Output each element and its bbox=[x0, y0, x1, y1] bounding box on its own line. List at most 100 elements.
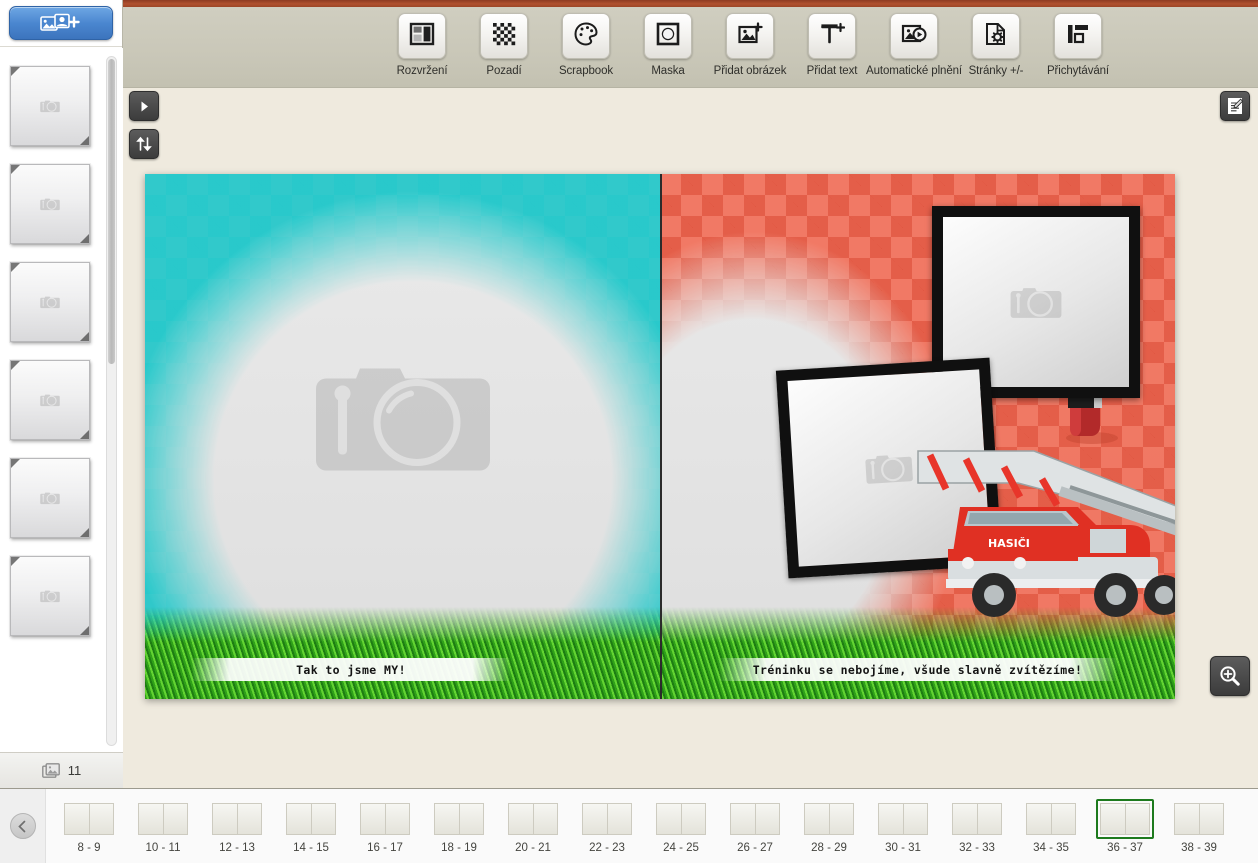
expand-panel-button[interactable] bbox=[129, 91, 159, 121]
page-strip-item[interactable]: 34 - 35 bbox=[1020, 799, 1082, 854]
page-strip-item[interactable]: 36 - 37 bbox=[1094, 798, 1156, 854]
layout-icon-button[interactable] bbox=[398, 13, 446, 59]
toolbar-tool-pages-settings[interactable]: Stránky +/- bbox=[955, 7, 1037, 77]
page-strip-thumbnail[interactable] bbox=[504, 799, 562, 839]
page-strip-item[interactable]: 14 - 15 bbox=[280, 799, 342, 854]
page-strip-thumbnail[interactable] bbox=[282, 799, 340, 839]
toolbar-tool-palette[interactable]: Scrapbook bbox=[545, 7, 627, 77]
page-strip-item[interactable]: 24 - 25 bbox=[650, 799, 712, 854]
page-thumb-left bbox=[1100, 802, 1125, 835]
sidebar-scrollbar[interactable] bbox=[106, 56, 117, 746]
strip-previous-button[interactable] bbox=[0, 789, 46, 863]
page-strip-label: 18 - 19 bbox=[441, 841, 477, 854]
add-photos-button[interactable] bbox=[9, 6, 113, 40]
main-toolbar: Rozvržení Pozadí Scrapbook Maska Přidat obrá… bbox=[123, 7, 1258, 88]
toolbar-tool-label: Přichytávání bbox=[1046, 65, 1110, 77]
page-thumb-right bbox=[385, 802, 410, 835]
page-strip-item[interactable]: 18 - 19 bbox=[428, 799, 490, 854]
svg-text:HASIČI: HASIČI bbox=[988, 537, 1030, 550]
editor-workspace: Tak to jsme MY! HASIČI Tréninku se neboj… bbox=[123, 88, 1258, 788]
checker-background-icon-button[interactable] bbox=[480, 13, 528, 59]
camera-placeholder-icon bbox=[40, 590, 60, 603]
left-page-caption[interactable]: Tak to jsme MY! bbox=[191, 658, 511, 681]
toolbar-tool-layout[interactable]: Rozvržení bbox=[381, 7, 463, 77]
page-thumb-left bbox=[878, 802, 903, 835]
page-strip-thumbnail[interactable] bbox=[60, 799, 118, 839]
page-strip-item[interactable]: 10 - 11 bbox=[132, 799, 194, 854]
page-strip-item[interactable]: 8 - 9 bbox=[58, 799, 120, 854]
page-strip-thumbnail[interactable] bbox=[356, 799, 414, 839]
swap-up-down-icon bbox=[136, 136, 152, 152]
page-thumb-right bbox=[977, 802, 1002, 835]
photo-thumbnail[interactable] bbox=[10, 164, 90, 244]
page-strip-thumbnail[interactable] bbox=[1022, 799, 1080, 839]
add-text-icon bbox=[819, 21, 846, 52]
page-thumb-left bbox=[286, 802, 311, 835]
page-strip-thumbnail[interactable] bbox=[726, 799, 784, 839]
add-text-icon-button[interactable] bbox=[808, 13, 856, 59]
page-strip-item[interactable]: 20 - 21 bbox=[502, 799, 564, 854]
toolbar-tool-checker-background[interactable]: Pozadí bbox=[463, 7, 545, 77]
page-strip-item[interactable]: 22 - 23 bbox=[576, 799, 638, 854]
page-strip-item[interactable]: 38 - 39 bbox=[1168, 799, 1230, 854]
page-thumb-right bbox=[1051, 802, 1076, 835]
photo-thumbnail[interactable] bbox=[10, 66, 90, 146]
page-strip-label: 20 - 21 bbox=[515, 841, 551, 854]
note-edit-icon bbox=[1227, 98, 1243, 114]
toolbar-tool-label: Pozadí bbox=[486, 65, 522, 77]
toolbar-tool-snapping[interactable]: Přichytávání bbox=[1037, 7, 1119, 77]
right-page-caption[interactable]: Tréninku se nebojíme, všude slavně zvítě… bbox=[717, 658, 1118, 681]
pages-settings-icon-button[interactable] bbox=[972, 13, 1020, 59]
photo-count-label: 11 bbox=[67, 763, 82, 778]
swap-pages-button[interactable] bbox=[129, 129, 159, 159]
canvas-page-left[interactable]: Tak to jsme MY! bbox=[145, 174, 660, 699]
photo-thumbnail[interactable] bbox=[10, 262, 90, 342]
page-strip-item[interactable]: 30 - 31 bbox=[872, 799, 934, 854]
page-strip-thumbnail[interactable] bbox=[430, 799, 488, 839]
toolbar-tool-add-text[interactable]: Přidat text bbox=[791, 7, 873, 77]
page-strip-item[interactable]: 12 - 13 bbox=[206, 799, 268, 854]
page-strip-item[interactable]: 28 - 29 bbox=[798, 799, 860, 854]
page-strip-thumbnail[interactable] bbox=[134, 799, 192, 839]
palette-icon-button[interactable] bbox=[562, 13, 610, 59]
photo-thumbnail[interactable] bbox=[10, 556, 90, 636]
toolbar-tool-label: Přidat text bbox=[806, 65, 858, 77]
page-strip-label: 14 - 15 bbox=[293, 841, 329, 854]
fire-truck-sticker[interactable]: HASIČI bbox=[910, 429, 1175, 634]
page-strip-thumbnail[interactable] bbox=[1096, 798, 1154, 839]
photo-stack-plus-icon bbox=[40, 13, 80, 31]
toolbar-tool-mask-circle[interactable]: Maska bbox=[627, 7, 709, 77]
page-strip-item[interactable]: 16 - 17 bbox=[354, 799, 416, 854]
page-thumb-left bbox=[212, 802, 237, 835]
page-strip-thumbnail[interactable] bbox=[800, 799, 858, 839]
page-spread-canvas[interactable]: Tak to jsme MY! HASIČI Tréninku se neboj… bbox=[145, 174, 1175, 699]
page-strip-thumbnail[interactable] bbox=[1170, 799, 1228, 839]
page-strip-thumbnail[interactable] bbox=[578, 799, 636, 839]
toolbar-tool-label: Maska bbox=[651, 65, 685, 77]
photo-thumbnail[interactable] bbox=[10, 360, 90, 440]
canvas-page-right[interactable]: HASIČI Tréninku se nebojíme, všude slavn… bbox=[660, 174, 1175, 699]
photo-thumbnail[interactable] bbox=[10, 458, 90, 538]
page-strip-item[interactable]: 26 - 27 bbox=[724, 799, 786, 854]
page-thumb-left bbox=[730, 802, 755, 835]
page-strip-item[interactable]: 32 - 33 bbox=[946, 799, 1008, 854]
photo-thumbnail-list[interactable] bbox=[0, 48, 123, 752]
add-image-icon-button[interactable] bbox=[726, 13, 774, 59]
page-strip-thumbnail[interactable] bbox=[208, 799, 266, 839]
page-thumb-left bbox=[582, 802, 607, 835]
page-notes-button[interactable] bbox=[1220, 91, 1250, 121]
page-thumb-right bbox=[237, 802, 262, 835]
palette-icon bbox=[573, 21, 599, 52]
page-strip-thumbnail[interactable] bbox=[874, 799, 932, 839]
zoom-in-button[interactable] bbox=[1210, 656, 1250, 696]
snapping-icon-button[interactable] bbox=[1054, 13, 1102, 59]
page-thumb-right bbox=[459, 802, 484, 835]
toolbar-tool-auto-fill[interactable]: Automatické plnění bbox=[866, 7, 962, 77]
left-page-photo-placeholder[interactable] bbox=[314, 348, 492, 483]
mask-circle-icon-button[interactable] bbox=[644, 13, 692, 59]
page-strip-thumbnail[interactable] bbox=[652, 799, 710, 839]
auto-fill-icon-button[interactable] bbox=[890, 13, 938, 59]
page-strip-thumbnail[interactable] bbox=[948, 799, 1006, 839]
sidebar-scrollbar-thumb[interactable] bbox=[108, 59, 115, 364]
toolbar-tool-add-image[interactable]: Přidat obrázek bbox=[709, 7, 791, 77]
